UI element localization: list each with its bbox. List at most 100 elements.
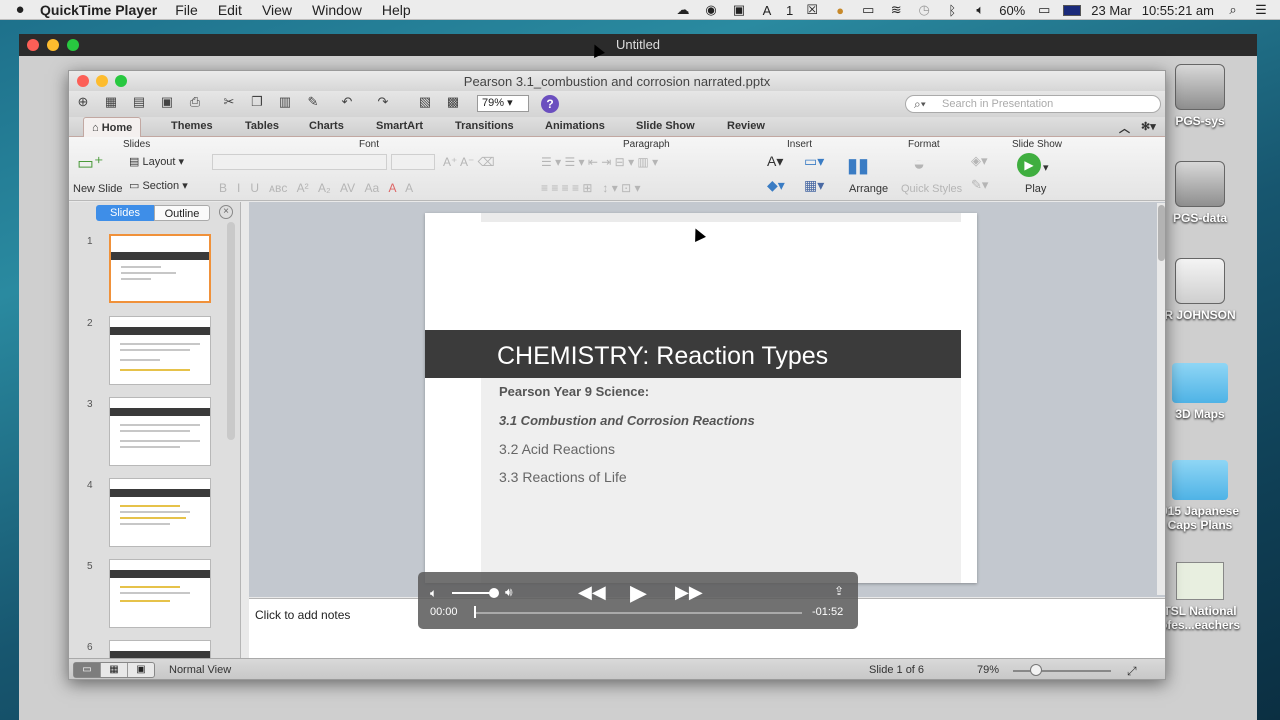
picture-icon[interactable]: ▭▾ — [804, 153, 824, 170]
battery-icon[interactable]: ▭ — [1035, 2, 1053, 18]
menu-edit[interactable]: Edit — [218, 2, 242, 18]
close-panel-icon[interactable]: × — [219, 205, 233, 219]
search-input[interactable]: ⌕▾ Search in Presentation — [905, 95, 1161, 113]
menubar-date[interactable]: 23 Mar — [1091, 3, 1131, 18]
templates-icon[interactable]: ▦ — [101, 94, 121, 112]
tab-transitions[interactable]: Transitions — [455, 120, 514, 132]
record-icon[interactable]: ◉ — [702, 2, 720, 18]
collapse-ribbon-icon[interactable]: ︿ — [1119, 120, 1130, 136]
time-machine-icon[interactable]: ◷ — [915, 2, 933, 18]
share-icon[interactable]: ⇪ — [834, 584, 844, 598]
battery-percent[interactable]: 60% — [999, 3, 1025, 18]
ribbon-settings-icon[interactable]: ✻▾ — [1141, 120, 1156, 133]
tab-charts[interactable]: Charts — [309, 120, 344, 132]
font-size-controls[interactable]: A⁺ A⁻ ⌫ — [443, 155, 495, 169]
media-browser-icon[interactable]: ▧ — [415, 94, 435, 112]
x-box-icon[interactable]: ☒ — [803, 2, 821, 18]
font-style-buttons[interactable]: B I U ᴀʙᴄ A² A₂ AV Aa A A — [219, 181, 413, 195]
paste-icon[interactable]: ▥ — [275, 94, 295, 112]
play-button[interactable]: Play — [1025, 183, 1046, 195]
fit-window-icon[interactable]: ⤢ — [1127, 664, 1137, 679]
volume-high-icon[interactable]: 🔊︎ — [505, 585, 513, 600]
wifi-icon[interactable]: ≋ — [887, 2, 905, 18]
slide-sorter-icon[interactable]: ▦ — [101, 663, 128, 677]
print-icon[interactable]: ⎙ — [185, 94, 205, 112]
save-icon[interactable]: ▣ — [157, 94, 177, 112]
progress-track[interactable] — [474, 612, 802, 614]
arrange-icon[interactable]: ▮▮ — [847, 153, 869, 178]
slide-thumbnail[interactable] — [109, 316, 211, 385]
normal-view-icon[interactable]: ▭ — [74, 663, 101, 677]
tab-smartart[interactable]: SmartArt — [376, 120, 423, 132]
table-icon[interactable]: ▦▾ — [804, 177, 824, 194]
airplay-icon[interactable]: ▭ — [859, 2, 877, 18]
cloud-icon[interactable]: ☁ — [674, 2, 692, 18]
app-menu[interactable]: QuickTime Player — [40, 2, 157, 18]
tab-slides[interactable]: Slides — [96, 205, 154, 221]
zoom-slider[interactable] — [1013, 670, 1111, 672]
redo-icon[interactable]: ↷ — [373, 94, 393, 112]
list-buttons[interactable]: ☰ ▾ ☰ ▾ ⇤ ⇥ ⊟ ▾ ▥ ▾ — [541, 155, 658, 169]
tab-animations[interactable]: Animations — [545, 120, 605, 132]
menu-file[interactable]: File — [175, 2, 198, 18]
zoom-slider-handle[interactable] — [1030, 664, 1042, 676]
tab-tables[interactable]: Tables — [245, 120, 279, 132]
play-dropdown-icon[interactable]: ▾ — [1043, 161, 1049, 174]
menubar-time[interactable]: 10:55:21 am — [1142, 3, 1214, 18]
menu-window[interactable]: Window — [312, 2, 362, 18]
adobe-icon[interactable]: A — [758, 3, 776, 18]
volume-low-icon[interactable]: 🔈︎ — [430, 586, 437, 601]
canvas-scrollbar[interactable] — [1157, 203, 1165, 595]
zoom-select[interactable]: 79% ▾ — [477, 95, 529, 112]
volume-icon[interactable]: 🔈︎ — [971, 2, 989, 18]
slide-thumbnail[interactable] — [109, 234, 211, 303]
help-icon[interactable]: ? — [541, 95, 559, 113]
fill-color-icon[interactable]: ◈▾ — [971, 153, 988, 169]
new-icon[interactable]: ⊕ — [73, 94, 93, 112]
volume-slider-handle[interactable] — [489, 588, 499, 598]
menu-view[interactable]: View — [262, 2, 292, 18]
layout-button[interactable]: ▤ Layout ▾ — [129, 155, 184, 168]
shape-icon[interactable]: ◆▾ — [767, 177, 785, 194]
quick-styles-icon[interactable]: ◒ — [913, 153, 925, 176]
quicktime-titlebar[interactable]: Untitled — [19, 34, 1257, 56]
font-name-select[interactable] — [212, 154, 387, 170]
section-button[interactable]: ▭ Section ▾ — [129, 179, 188, 192]
format-painter-icon[interactable]: ✎ — [303, 94, 323, 112]
tab-themes[interactable]: Themes — [171, 120, 213, 132]
copy-icon[interactable]: ❐ — [247, 94, 267, 112]
slide-thumbnail[interactable] — [109, 478, 211, 547]
play-icon[interactable]: ▶ — [1017, 153, 1041, 177]
menu-help[interactable]: Help — [382, 2, 411, 18]
font-size-select[interactable] — [391, 154, 435, 170]
quick-styles-button[interactable]: Quick Styles — [901, 183, 962, 195]
camera-icon[interactable]: ▣ — [730, 2, 748, 18]
ppt-titlebar[interactable]: Pearson 3.1_combustion and corrosion nar… — [69, 71, 1165, 91]
tab-review[interactable]: Review — [727, 120, 765, 132]
progress-playhead[interactable] — [474, 606, 476, 618]
slide-show-icon[interactable]: ▩ — [443, 94, 463, 112]
undo-icon[interactable]: ↶ — [337, 94, 357, 112]
canvas-scroll-thumb[interactable] — [1158, 205, 1165, 261]
tab-outline[interactable]: Outline — [154, 205, 210, 221]
fast-forward-icon[interactable]: ▶▶ — [675, 582, 703, 603]
line-color-icon[interactable]: ✎▾ — [971, 177, 988, 193]
notification-center-icon[interactable]: ☰ — [1252, 2, 1270, 18]
volume-slider[interactable] — [452, 592, 494, 594]
slide-thumbnail[interactable] — [109, 559, 211, 628]
arrange-button[interactable]: Arrange — [849, 183, 888, 195]
text-box-icon[interactable]: A▾ — [767, 153, 783, 170]
apple-menu-icon[interactable]: ● — [0, 1, 40, 18]
align-buttons[interactable]: ≡ ≡ ≡ ≡ ⊞ ↕ ▾ ⊡ ▾ — [541, 181, 641, 195]
tab-slide-show[interactable]: Slide Show — [636, 120, 695, 132]
bluetooth-icon[interactable]: ᛒ — [943, 3, 961, 18]
current-slide[interactable]: CHEMISTRY: Reaction Types Pearson Year 9… — [425, 213, 977, 583]
slide-thumbnail[interactable] — [109, 397, 211, 466]
flag-icon[interactable] — [1063, 4, 1082, 16]
panel-scrollbar[interactable] — [227, 222, 235, 440]
spotlight-icon[interactable]: ⌕ — [1224, 2, 1242, 18]
rewind-icon[interactable]: ◀◀ — [578, 582, 606, 603]
play-pause-icon[interactable]: ▶ — [630, 580, 647, 606]
tab-home[interactable]: ⌂ Home — [83, 117, 142, 137]
slide-body[interactable]: Pearson Year 9 Science: 3.1 Combustion a… — [481, 378, 961, 583]
